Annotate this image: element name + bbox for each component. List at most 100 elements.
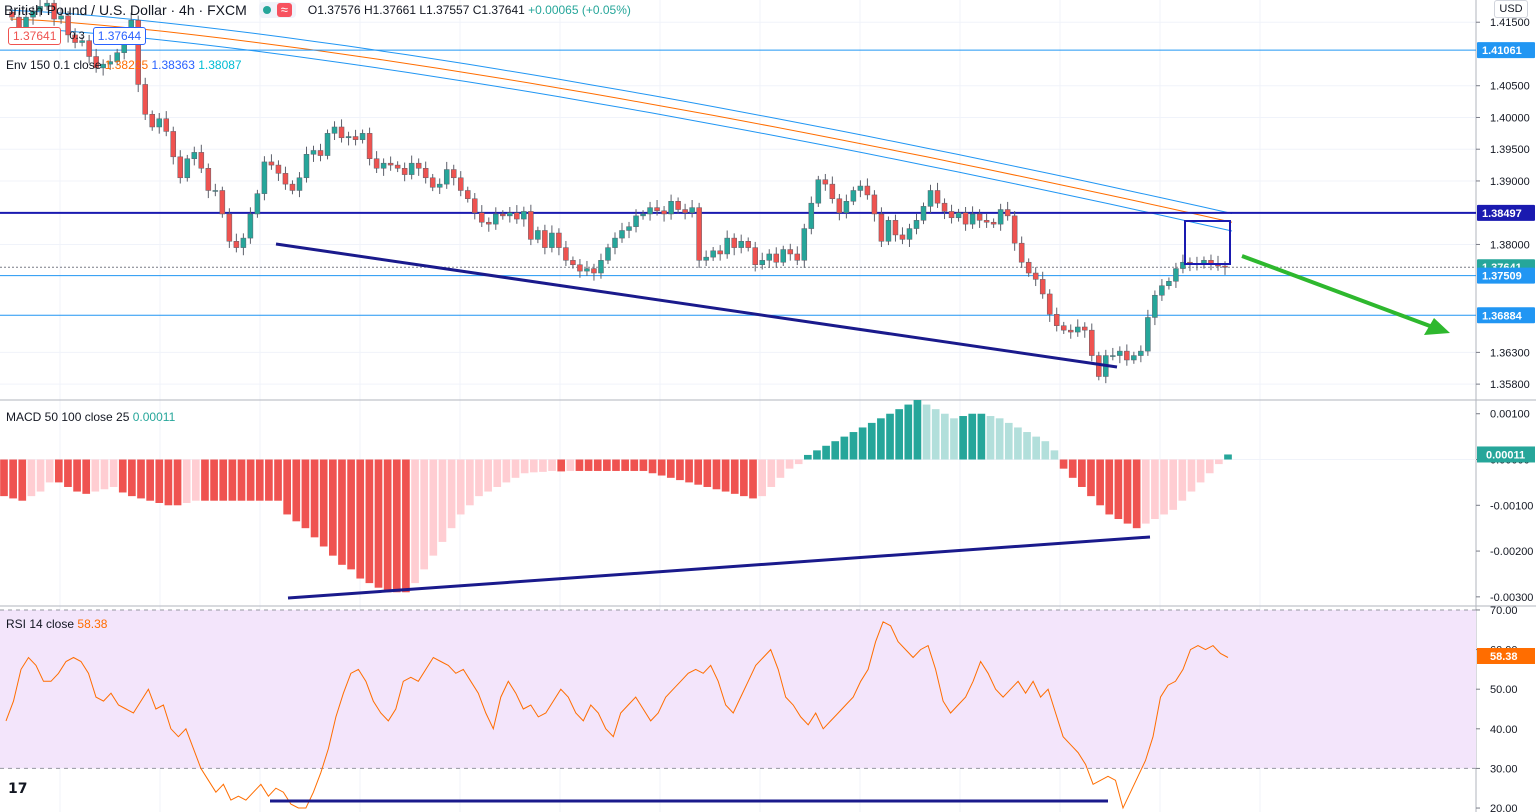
macd-histogram-bar xyxy=(54,459,63,483)
macd-histogram-bar xyxy=(128,459,136,497)
candle-body xyxy=(1082,326,1088,331)
macd-histogram-bar xyxy=(849,432,858,460)
price-level-label: 1.36884 xyxy=(1482,310,1523,322)
candle-body xyxy=(822,179,829,185)
macd-histogram-bar xyxy=(666,459,675,478)
candle-body xyxy=(990,221,997,225)
macd-histogram-bar xyxy=(721,459,730,492)
candle-body xyxy=(184,158,191,179)
candle-body xyxy=(472,198,478,213)
candle-body xyxy=(1173,268,1179,282)
candle-body xyxy=(366,133,373,159)
rsi-value: 58.38 xyxy=(77,617,108,631)
candle-body xyxy=(163,118,170,132)
symbol-title[interactable]: British Pound / U.S. Dollar · 4h · FXCM xyxy=(4,2,247,18)
candle-body xyxy=(878,213,885,242)
macd-histogram-bar xyxy=(950,418,958,460)
candle-body xyxy=(563,247,569,261)
candle-body xyxy=(486,221,492,225)
candle-body xyxy=(521,211,527,220)
rsi-axis-label: 50.00 xyxy=(1490,684,1518,696)
candle-body xyxy=(640,213,646,217)
currency-selector[interactable]: USD xyxy=(1494,0,1528,18)
rsi-axis-label: 70.00 xyxy=(1490,605,1518,617)
sell-price-button[interactable]: 1.37641 xyxy=(8,27,62,45)
price-axis-label: 1.35800 xyxy=(1490,379,1530,391)
macd-histogram-bar xyxy=(310,459,319,538)
macd-histogram-bar xyxy=(255,459,264,501)
candle-body xyxy=(142,84,148,115)
macd-histogram-bar xyxy=(803,454,812,460)
macd-histogram-bar xyxy=(931,409,940,460)
candle-body xyxy=(303,154,310,179)
candle-body xyxy=(1046,293,1053,315)
rsi-legend[interactable]: RSI 14 close 58.38 xyxy=(6,617,107,631)
market-status[interactable]: ≈ xyxy=(258,2,296,18)
envelope-basis-value: 1.38225 xyxy=(104,58,149,72)
macd-histogram-bar xyxy=(146,459,154,501)
candle-body xyxy=(668,201,674,215)
macd-histogram-bar xyxy=(639,459,648,471)
macd-histogram-bar xyxy=(1059,459,1068,469)
macd-histogram-bar xyxy=(118,459,127,493)
candle-body xyxy=(317,150,324,156)
macd-histogram-bar xyxy=(228,459,237,501)
rsi-band xyxy=(0,609,1476,769)
macd-histogram-bar xyxy=(877,418,885,460)
candle-body xyxy=(913,220,920,229)
candle-body xyxy=(591,268,597,274)
macd-histogram-bar xyxy=(365,459,374,584)
chart-canvas[interactable]: 1.41061 1.38497 1.37641 1.37509 1.36884 1.415… xyxy=(0,0,1536,812)
candle-body xyxy=(675,201,681,210)
macd-value-tag-label: 0.00011 xyxy=(1486,449,1525,461)
tradingview-logo[interactable]: 17 xyxy=(8,781,36,801)
macd-histogram-bar xyxy=(1105,459,1114,515)
macd-legend[interactable]: MACD 50 100 close 25 0.00011 xyxy=(6,410,175,424)
macd-histogram-bar xyxy=(1196,459,1205,483)
macd-histogram-bar xyxy=(1087,459,1095,497)
candle-body xyxy=(338,126,345,139)
macd-histogram-bar xyxy=(840,436,849,460)
macd-histogram-bar xyxy=(904,404,913,460)
candle-body xyxy=(745,241,751,248)
candle-body xyxy=(752,247,758,266)
candle-body xyxy=(906,228,913,240)
candle-body xyxy=(689,207,695,213)
macd-histogram-bar xyxy=(182,459,191,503)
macd-histogram-bar xyxy=(603,459,611,471)
candle-body xyxy=(331,126,338,134)
macd-histogram-bar xyxy=(584,459,593,471)
macd-histogram-bar xyxy=(1023,432,1031,460)
macd-histogram-bar xyxy=(685,459,693,483)
candle-body xyxy=(710,250,716,258)
buy-price-button[interactable]: 1.37644 xyxy=(92,27,147,45)
macd-histogram-bar xyxy=(1123,459,1132,524)
macd-histogram-bar xyxy=(1032,436,1041,460)
macd-histogram-bar xyxy=(730,459,739,494)
candle-body xyxy=(429,177,436,188)
spread-value: 0.3 xyxy=(69,30,85,42)
chart-header: British Pound / U.S. Dollar · 4h · FXCM … xyxy=(4,0,631,20)
candle-body xyxy=(380,162,387,169)
macd-histogram-bar xyxy=(703,459,712,487)
macd-histogram-bar xyxy=(18,459,27,501)
candle-body xyxy=(598,260,604,274)
rsi-value-tag-label: 58.38 xyxy=(1490,651,1518,663)
candle-body xyxy=(1145,317,1151,352)
price-axis-label: 1.41500 xyxy=(1490,17,1530,29)
candle-body xyxy=(443,169,450,185)
candle-body xyxy=(815,179,822,204)
macd-histogram-bar xyxy=(292,459,301,522)
macd-histogram-bar xyxy=(1114,459,1123,520)
macd-histogram-bar xyxy=(630,459,639,471)
macd-histogram-bar xyxy=(913,400,922,460)
envelope-legend[interactable]: Env 150 0.1 close 1.38225 1.38363 1.3808… xyxy=(6,58,242,72)
candle-body xyxy=(528,211,534,240)
candle-body xyxy=(948,211,955,219)
macd-histogram-bar xyxy=(392,459,401,593)
macd-histogram-bar xyxy=(201,459,209,501)
macd-histogram-bar xyxy=(539,459,547,472)
candle-body xyxy=(773,253,780,263)
macd-histogram-bar xyxy=(1169,459,1178,510)
macd-histogram-bar xyxy=(557,459,566,472)
